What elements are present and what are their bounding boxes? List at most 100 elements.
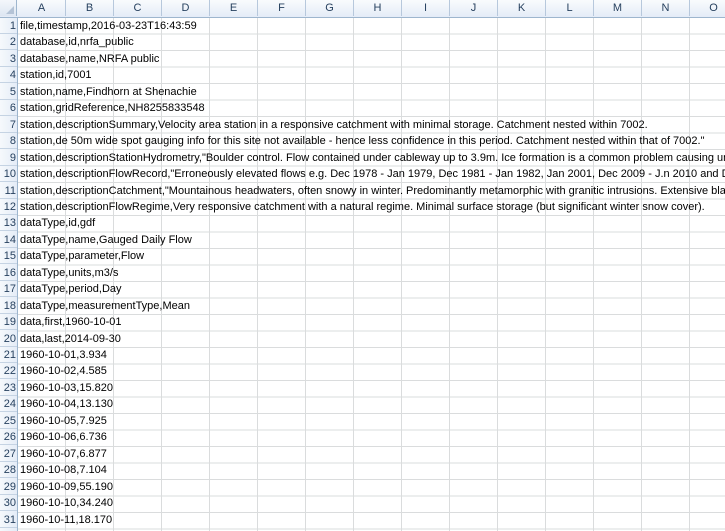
- row-header-26[interactable]: 26: [0, 429, 17, 446]
- cell-a17[interactable]: dataType,period,Day: [20, 281, 122, 297]
- cell-a4[interactable]: station,id,7001: [20, 67, 92, 83]
- cell-a14[interactable]: dataType,name,Gauged Daily Flow: [20, 232, 192, 248]
- table-row: station,de 50m wide spot gauging info fo…: [18, 133, 725, 149]
- cell-a15[interactable]: dataType,parameter,Flow: [20, 248, 144, 264]
- row-header-10[interactable]: 10: [0, 166, 17, 183]
- row-header-23[interactable]: 23: [0, 380, 17, 396]
- cell-a12[interactable]: station,descriptionFlowRegime,Very respo…: [20, 199, 705, 215]
- table-row: dataType,name,Gauged Daily Flow: [18, 232, 725, 248]
- row-header-17[interactable]: 17: [0, 281, 17, 298]
- cell-a10[interactable]: station,descriptionFlowRecord,"Erroneous…: [20, 166, 725, 182]
- select-all-triangle-icon: [6, 6, 14, 14]
- cell-a24[interactable]: 1960-10-04,13.130: [20, 396, 113, 412]
- row-header-7[interactable]: 7: [0, 117, 17, 133]
- column-header-f[interactable]: F: [258, 0, 306, 16]
- cell-a9[interactable]: station,descriptionStationHydrometry,"Bo…: [20, 150, 725, 166]
- row-header-6[interactable]: 6: [0, 100, 17, 117]
- cell-a16[interactable]: dataType,units,m3/s: [20, 265, 118, 281]
- row-header-28[interactable]: 28: [0, 462, 17, 479]
- cell-a13[interactable]: dataType,id,gdf: [20, 215, 95, 231]
- cell-a1[interactable]: file,timestamp,2016-03-23T16:43:59: [20, 18, 197, 34]
- cell-a29[interactable]: 1960-10-09,55.190: [20, 479, 113, 495]
- column-header-bar: ABCDEFGHIJKLMNO: [0, 0, 725, 18]
- row-header-30[interactable]: 30: [0, 495, 17, 512]
- row-header-4[interactable]: 4: [0, 67, 17, 84]
- row-header-29[interactable]: 29: [0, 479, 17, 495]
- column-header-i[interactable]: I: [402, 0, 450, 16]
- cell-a30[interactable]: 1960-10-10,34.240: [20, 495, 113, 511]
- table-row: station,descriptionSummary,Velocity area…: [18, 117, 725, 133]
- table-row: dataType,period,Day: [18, 281, 725, 297]
- table-row: 1960-10-03,15.820: [18, 380, 725, 396]
- table-row: dataType,id,gdf: [18, 215, 725, 231]
- column-header-o[interactable]: O: [690, 0, 725, 16]
- row-header-16[interactable]: 16: [0, 265, 17, 281]
- column-header-e[interactable]: E: [210, 0, 258, 16]
- cell-a23[interactable]: 1960-10-03,15.820: [20, 380, 113, 396]
- column-header-g[interactable]: G: [306, 0, 354, 16]
- table-row: 1960-10-04,13.130: [18, 396, 725, 412]
- cell-a28[interactable]: 1960-10-08,7.104: [20, 462, 107, 478]
- column-header-k[interactable]: K: [498, 0, 546, 16]
- table-row: database,name,NRFA public: [18, 51, 725, 67]
- select-all-corner[interactable]: [0, 0, 17, 16]
- table-row: data,last,2014-09-30: [18, 331, 725, 347]
- cell-a27[interactable]: 1960-10-07,6.877: [20, 446, 107, 462]
- table-row: 1960-10-05,7.925: [18, 413, 725, 429]
- column-header-b[interactable]: B: [66, 0, 114, 16]
- row-header-8[interactable]: 8: [0, 133, 17, 150]
- row-header-19[interactable]: 19: [0, 314, 17, 331]
- column-header-m[interactable]: M: [594, 0, 642, 16]
- column-header-c[interactable]: C: [114, 0, 162, 16]
- row-header-21[interactable]: 21: [0, 347, 17, 363]
- row-header-14[interactable]: 14: [0, 232, 17, 248]
- row-header-3[interactable]: 3: [0, 51, 17, 67]
- cell-a22[interactable]: 1960-10-02,4.585: [20, 363, 107, 379]
- table-row: 1960-10-06,6.736: [18, 429, 725, 445]
- column-header-h[interactable]: H: [354, 0, 402, 16]
- row-header-22[interactable]: 22: [0, 363, 17, 380]
- row-header-11[interactable]: 11: [0, 183, 17, 199]
- column-header-d[interactable]: D: [162, 0, 210, 16]
- cell-a18[interactable]: dataType,measurementType,Mean: [20, 298, 190, 314]
- cell-a7[interactable]: station,descriptionSummary,Velocity area…: [20, 117, 648, 133]
- table-row: station,name,Findhorn at Shenachie: [18, 84, 725, 100]
- cell-a19[interactable]: data,first,1960-10-01: [20, 314, 122, 330]
- table-row: 1960-10-07,6.877: [18, 446, 725, 462]
- row-header-12[interactable]: 12: [0, 199, 17, 215]
- cell-a25[interactable]: 1960-10-05,7.925: [20, 413, 107, 429]
- cell-a2[interactable]: database,id,nrfa_public: [20, 34, 134, 50]
- row-header-31[interactable]: 31: [0, 512, 17, 528]
- row-header-2[interactable]: 2: [0, 34, 17, 51]
- cell-a20[interactable]: data,last,2014-09-30: [20, 331, 121, 347]
- cell-a3[interactable]: database,name,NRFA public: [20, 51, 159, 67]
- row-header-15[interactable]: 15: [0, 248, 17, 265]
- column-header-l[interactable]: L: [546, 0, 594, 16]
- row-header-20[interactable]: 20: [0, 331, 17, 347]
- column-header-j[interactable]: J: [450, 0, 498, 16]
- row-header-27[interactable]: 27: [0, 446, 17, 462]
- column-header-a[interactable]: A: [18, 0, 66, 16]
- table-row: station,descriptionFlowRegime,Very respo…: [18, 199, 725, 215]
- cell-a21[interactable]: 1960-10-01,3.934: [20, 347, 107, 363]
- cell-a5[interactable]: station,name,Findhorn at Shenachie: [20, 84, 197, 100]
- row-header-13[interactable]: 13: [0, 215, 17, 232]
- table-row: 1960-10-01,3.934: [18, 347, 725, 363]
- row-header-18[interactable]: 18: [0, 298, 17, 314]
- table-row: station,gridReference,NH8255833548: [18, 100, 725, 116]
- cell-a31[interactable]: 1960-10-11,18.170: [20, 512, 112, 528]
- cell-a11[interactable]: station,descriptionCatchment,"Mountainou…: [20, 183, 725, 199]
- cell-a6[interactable]: station,gridReference,NH8255833548: [20, 100, 205, 116]
- row-header-24[interactable]: 24: [0, 396, 17, 413]
- column-header-n[interactable]: N: [642, 0, 690, 16]
- table-row: 1960-10-09,55.190: [18, 479, 725, 495]
- row-header-5[interactable]: 5: [0, 84, 17, 100]
- row-header-25[interactable]: 25: [0, 413, 17, 429]
- table-row: file,timestamp,2016-03-23T16:43:59: [18, 18, 725, 34]
- row-header-1[interactable]: 1: [0, 18, 17, 34]
- table-row: station,descriptionStationHydrometry,"Bo…: [18, 150, 725, 166]
- cell-a8[interactable]: station,de 50m wide spot gauging info fo…: [20, 133, 704, 149]
- cell-a26[interactable]: 1960-10-06,6.736: [20, 429, 107, 445]
- table-row: station,id,7001: [18, 67, 725, 83]
- row-header-9[interactable]: 9: [0, 150, 17, 166]
